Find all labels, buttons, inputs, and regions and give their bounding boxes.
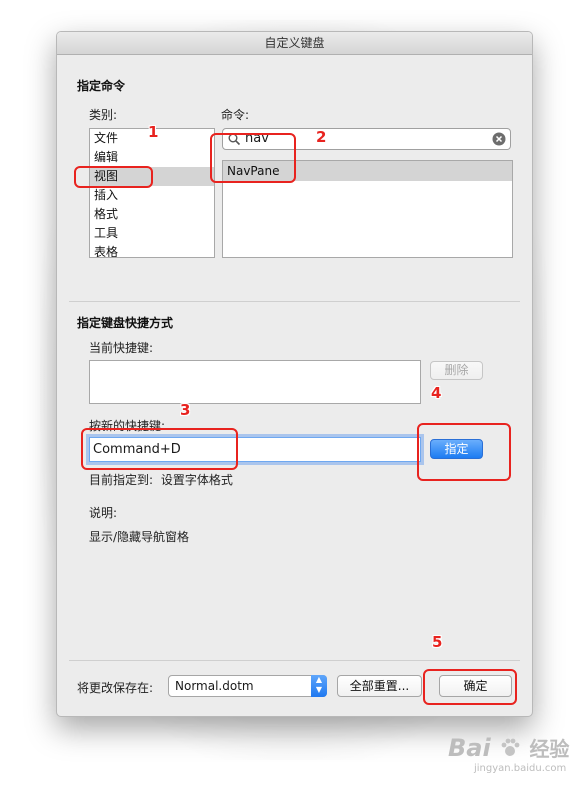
- description-label: 说明:: [89, 506, 118, 520]
- category-item-tools[interactable]: 工具: [90, 224, 214, 243]
- save-in-value: Normal.dotm: [175, 679, 254, 693]
- save-in-select[interactable]: Normal.dotm ▲ ▼: [168, 675, 327, 697]
- reset-all-button[interactable]: 全部重置...: [337, 675, 422, 697]
- assign-command-title: 指定命令: [77, 79, 126, 93]
- assign-shortcut-title: 指定键盘快捷方式: [77, 316, 174, 330]
- annotation-number-5: 5: [432, 633, 443, 651]
- section-divider: [69, 301, 520, 302]
- annotation-box-1: [74, 166, 153, 188]
- watermark-brand: Bai 经验: [448, 734, 570, 762]
- currently-assigned-value: 设置字体格式: [160, 473, 233, 487]
- description-text: 显示/隐藏导航窗格: [89, 530, 190, 544]
- delete-button[interactable]: 删除: [430, 361, 483, 380]
- annotation-number-3: 3: [180, 401, 191, 419]
- annotation-box-5: [423, 669, 517, 705]
- window-title: 自定义键盘: [57, 32, 532, 55]
- annotation-number-4: 4: [431, 384, 442, 402]
- annotation-box-3: [81, 428, 238, 470]
- annotation-number-1: 1: [148, 123, 159, 141]
- category-list[interactable]: 文件 编辑 视图 插入 格式 工具 表格: [89, 128, 215, 258]
- category-item-format[interactable]: 格式: [90, 205, 214, 224]
- save-in-label: 将更改保存在:: [77, 681, 154, 695]
- current-shortcut-list[interactable]: [89, 360, 421, 404]
- currently-assigned-label: 目前指定到:: [89, 473, 154, 487]
- select-stepper-icon: ▲ ▼: [311, 675, 327, 697]
- clear-search-icon[interactable]: [492, 132, 506, 146]
- watermark-url: jingyan.baidu.com: [474, 763, 567, 774]
- footer-divider: [69, 660, 520, 661]
- paw-logo-icon: [501, 738, 520, 756]
- annotation-box-4: [417, 423, 511, 481]
- category-item-table[interactable]: 表格: [90, 243, 214, 257]
- category-item-insert[interactable]: 插入: [90, 186, 214, 205]
- annotation-box-2: [210, 133, 296, 183]
- currently-assigned-row: 目前指定到: 设置字体格式: [89, 471, 233, 488]
- command-label: 命令:: [221, 108, 250, 122]
- current-shortcut-label: 当前快捷键:: [89, 341, 154, 355]
- category-label: 类别:: [89, 108, 118, 122]
- customize-keyboard-dialog: 自定义键盘 指定命令 类别: 命令: 文件 编辑 视图 插入 格式 工具 表格 …: [56, 31, 533, 717]
- annotation-number-2: 2: [316, 128, 327, 146]
- category-item-edit[interactable]: 编辑: [90, 148, 214, 167]
